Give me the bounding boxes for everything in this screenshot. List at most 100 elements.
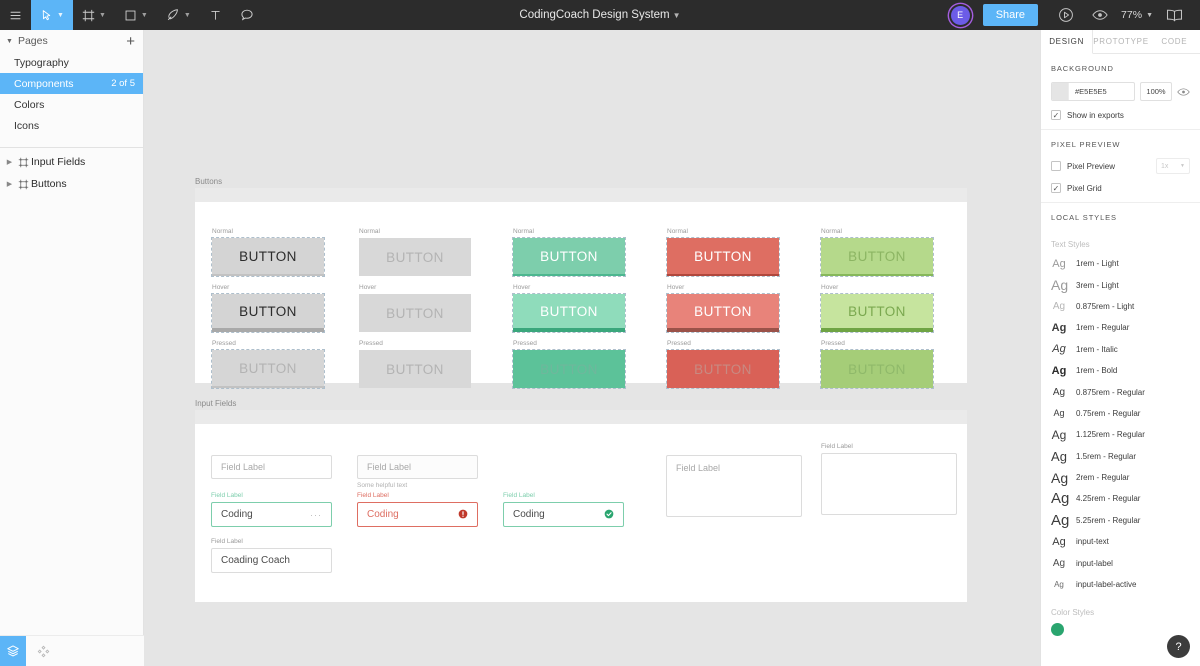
text-style-row[interactable]: Ag 1rem - Italic <box>1041 339 1200 360</box>
page-item-colors[interactable]: Colors <box>0 94 143 115</box>
text-style-row[interactable]: Ag input-label <box>1041 552 1200 573</box>
pixel-grid-row[interactable]: ✓ Pixel Grid <box>1051 183 1190 193</box>
textarea-field-empty[interactable]: Field Label <box>666 455 802 517</box>
pen-tool-button[interactable]: ▼ <box>157 0 200 30</box>
text-style-row[interactable]: Ag input-text <box>1041 531 1200 552</box>
tab-design[interactable]: DESIGN <box>1041 30 1094 54</box>
text-style-row[interactable]: Ag 0.75rem - Regular <box>1041 403 1200 424</box>
present-button[interactable] <box>1049 0 1083 30</box>
input-field-filled[interactable]: Coading Coach <box>211 548 332 573</box>
zoom-level-button[interactable]: 77% ▼ <box>1117 9 1157 21</box>
style-preview: Ag <box>1051 427 1067 442</box>
chevron-right-icon[interactable]: ▶ <box>4 158 15 166</box>
show-in-exports-row[interactable]: ✓ Show in exports <box>1051 110 1190 120</box>
show-in-exports-label: Show in exports <box>1067 110 1124 120</box>
chevron-down-icon[interactable]: ▼ <box>184 12 191 19</box>
text-style-row[interactable]: Ag 1.5rem - Regular <box>1041 446 1200 467</box>
button-label: BUTTON <box>694 248 752 264</box>
text-style-row[interactable]: Ag input-label-active <box>1041 574 1200 595</box>
button-disabled-normal[interactable]: BUTTON <box>359 238 471 276</box>
chevron-down-icon[interactable]: ▼ <box>99 12 106 19</box>
text-style-row[interactable]: Ag 2rem - Regular <box>1041 467 1200 488</box>
text-style-row[interactable]: Ag 1rem - Light <box>1041 253 1200 274</box>
button-default-pressed[interactable]: BUTTON <box>211 349 325 389</box>
input-field-success[interactable]: Coding <box>503 502 624 527</box>
frame-input-fields[interactable]: Input Fields Field Label Field Label Som… <box>195 399 967 602</box>
library-button[interactable] <box>1157 0 1192 30</box>
text-style-row[interactable]: Ag 1rem - Bold <box>1041 360 1200 381</box>
chevron-down-icon[interactable]: ▼ <box>141 12 148 19</box>
pixel-scale-select[interactable]: 1x ▼ <box>1156 158 1190 174</box>
text-style-row[interactable]: Ag 0.875rem - Light <box>1041 296 1200 317</box>
input-field-active[interactable]: Coding ··· <box>211 502 332 527</box>
button-lime-pressed[interactable]: BUTTON <box>820 349 934 389</box>
view-options-button[interactable] <box>1083 0 1117 30</box>
page-item-icons[interactable]: Icons <box>0 115 143 136</box>
chevron-down-icon: ▼ <box>1146 11 1153 19</box>
color-style-swatch[interactable] <box>1051 623 1064 637</box>
button-green-normal[interactable]: BUTTON <box>512 237 626 277</box>
button-lime-hover[interactable]: BUTTON <box>820 293 934 333</box>
frame-buttons[interactable]: Buttons Normal BUTTON Hover BUTTON Press… <box>195 177 967 389</box>
textarea-field-labelled[interactable] <box>821 453 957 515</box>
input-field-empty-help[interactable]: Field Label <box>357 455 478 479</box>
button-label: BUTTON <box>540 361 598 377</box>
layers-panel-toggle[interactable] <box>0 635 26 666</box>
layer-item-input-fields[interactable]: ▶ Input Fields <box>0 151 143 173</box>
dots-icon[interactable]: ··· <box>310 510 322 520</box>
main-menu-button[interactable] <box>0 0 31 30</box>
tab-prototype[interactable]: PROTOTYPE <box>1093 30 1149 53</box>
move-tool-button[interactable]: ▼ <box>31 0 73 30</box>
pixel-preview-checkbox[interactable] <box>1051 161 1061 171</box>
input-field-empty[interactable]: Field Label <box>211 455 332 479</box>
textarea-group-labelled: Field Label <box>821 443 957 515</box>
text-style-row[interactable]: Ag 1.125rem - Regular <box>1041 424 1200 445</box>
text-tool-button[interactable] <box>200 0 231 30</box>
plugins-button[interactable] <box>26 636 60 666</box>
visibility-toggle[interactable] <box>1177 87 1190 97</box>
color-swatch[interactable] <box>1052 83 1069 100</box>
canvas-area[interactable]: Buttons Normal BUTTON Hover BUTTON Press… <box>144 30 1040 666</box>
avatar[interactable]: E <box>950 5 970 25</box>
button-red-hover[interactable]: BUTTON <box>666 293 780 333</box>
share-button[interactable]: Share <box>982 4 1039 26</box>
button-green-hover[interactable]: BUTTON <box>512 293 626 333</box>
button-red-pressed[interactable]: BUTTON <box>666 349 780 389</box>
input-group-success: Field Label Coding <box>503 492 624 527</box>
pages-section-header[interactable]: ▼ Pages + <box>0 30 143 52</box>
show-in-exports-checkbox[interactable]: ✓ <box>1051 110 1061 120</box>
page-item-components[interactable]: Components 2 of 5 <box>0 73 143 94</box>
text-style-row[interactable]: Ag 5.25rem - Regular <box>1041 510 1200 531</box>
chevron-right-icon[interactable]: ▶ <box>4 180 15 188</box>
add-page-button[interactable]: + <box>126 34 135 49</box>
button-default-hover[interactable]: BUTTON <box>211 293 325 333</box>
chevron-down-icon[interactable]: ▼ <box>57 12 64 19</box>
help-button[interactable]: ? <box>1167 635 1190 658</box>
pixel-grid-checkbox[interactable]: ✓ <box>1051 183 1061 193</box>
background-color-field[interactable]: #E5E5E5 <box>1051 82 1135 101</box>
text-style-row[interactable]: Ag 3rem - Light <box>1041 274 1200 295</box>
button-disabled-pressed[interactable]: BUTTON <box>359 350 471 388</box>
button-disabled-hover[interactable]: BUTTON <box>359 294 471 332</box>
shape-tool-button[interactable]: ▼ <box>115 0 157 30</box>
button-green-pressed[interactable]: BUTTON <box>512 349 626 389</box>
button-lime-normal[interactable]: BUTTON <box>820 237 934 277</box>
text-style-row[interactable]: Ag 1rem - Regular <box>1041 317 1200 338</box>
text-style-row[interactable]: Ag 4.25rem - Regular <box>1041 488 1200 509</box>
layer-item-buttons[interactable]: ▶ Buttons <box>0 173 143 195</box>
pixel-preview-row[interactable]: Pixel Preview 1x ▼ <box>1051 158 1190 174</box>
page-item-typography[interactable]: Typography <box>0 52 143 73</box>
text-style-row[interactable]: Ag 0.875rem - Regular <box>1041 381 1200 402</box>
chevron-down-icon[interactable]: ▼ <box>673 11 681 20</box>
input-value: Coding <box>367 509 399 520</box>
button-label: BUTTON <box>694 303 752 319</box>
comment-tool-button[interactable] <box>231 0 263 30</box>
opacity-input[interactable]: 100% <box>1140 82 1172 101</box>
frame-tool-button[interactable]: ▼ <box>73 0 115 30</box>
page-label: Typography <box>14 56 69 69</box>
input-field-error[interactable]: Coding <box>357 502 478 527</box>
button-red-normal[interactable]: BUTTON <box>666 237 780 277</box>
tab-code[interactable]: CODE <box>1149 30 1200 53</box>
button-default-normal[interactable]: BUTTON <box>211 237 325 277</box>
button-label: BUTTON <box>386 249 444 265</box>
